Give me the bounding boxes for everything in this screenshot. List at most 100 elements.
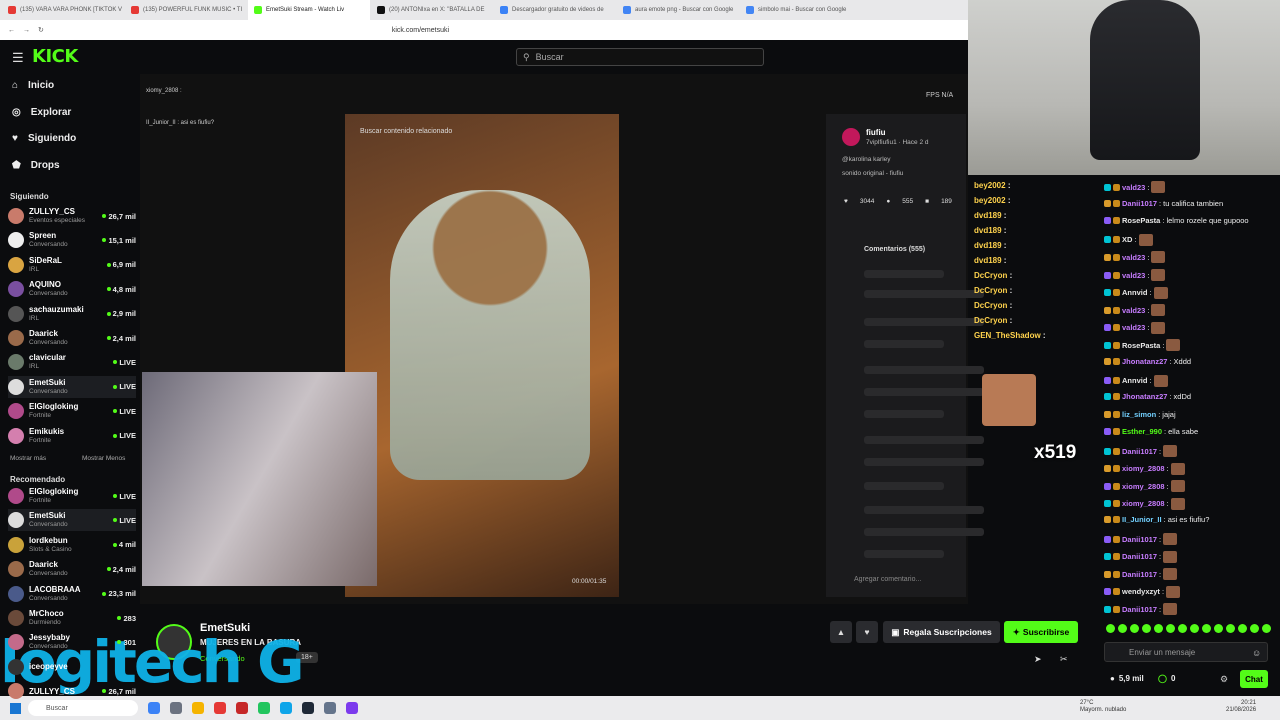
chat-username[interactable]: xiomy_2808 xyxy=(1122,499,1165,508)
chat-input[interactable]: Enviar un mensaje xyxy=(1104,642,1268,662)
taskbar-app-icon[interactable] xyxy=(302,702,314,714)
gift-subs-button[interactable]: ▣ Regala Suscripciones xyxy=(883,621,1000,643)
channel-item[interactable]: ElGlogloking Fortnite LIVE xyxy=(8,485,136,507)
channel-item[interactable]: EmetSuki Conversando LIVE xyxy=(8,375,136,398)
share-icon[interactable]: ➤ xyxy=(1034,654,1042,665)
channel-item[interactable]: LACOBRAAA Conversando 23,3 mil xyxy=(8,583,136,605)
channel-item[interactable]: Spreen Conversando 15,1 mil xyxy=(8,229,136,251)
browser-tab[interactable]: (20) ANTONIxa en X: "BATALLA DE xyxy=(371,0,493,20)
show-more-link[interactable]: Mostrar más xyxy=(10,455,46,462)
chat-username[interactable]: Annvid xyxy=(1122,376,1147,385)
back-icon[interactable]: ← xyxy=(8,27,15,34)
emote-icon[interactable] xyxy=(1178,624,1187,633)
emote-icon[interactable] xyxy=(1262,624,1271,633)
search-related[interactable]: Buscar contenido relacionado xyxy=(360,128,452,135)
taskbar-app-icon[interactable] xyxy=(280,702,292,714)
channel-item[interactable]: sachauzumaki IRL 2,9 mil xyxy=(8,303,136,325)
emote-icon[interactable] xyxy=(1154,624,1163,633)
taskbar-app-icon[interactable] xyxy=(258,702,270,714)
chat-username[interactable]: Jhonatanz27 xyxy=(1122,392,1167,401)
taskbar-search[interactable]: Buscar xyxy=(28,700,138,716)
sidebar-item-inicio[interactable]: ⌂ Inicio xyxy=(12,80,54,91)
browser-tab[interactable]: (135) VARA VARA PHONK [TIKTOK V xyxy=(2,0,124,20)
clock[interactable]: 20:21 21/08/2026 xyxy=(1226,700,1256,714)
chat-username[interactable]: Danii1017 xyxy=(1122,535,1157,544)
taskbar-app-icon[interactable] xyxy=(148,702,160,714)
emote-icon[interactable] xyxy=(1226,624,1235,633)
channel-item[interactable]: ElGlogloking Fortnite LIVE xyxy=(8,400,136,422)
channel-item[interactable]: Jessybaby Conversando 301 xyxy=(8,631,136,653)
chat-username[interactable]: Danii1017 xyxy=(1122,447,1157,456)
chat-username[interactable]: Danii1017 xyxy=(1122,199,1157,208)
url-field[interactable]: kick.com/emetsuki xyxy=(392,27,449,34)
channel-item[interactable]: Daarick Conversando 2,4 mil xyxy=(8,327,136,349)
emote-icon[interactable] xyxy=(1130,624,1139,633)
kick-logo[interactable]: KICK xyxy=(32,46,78,67)
channel-item[interactable]: Emikukis Fortnite LIVE xyxy=(8,425,136,447)
browser-tab[interactable]: Descargador gratuito de videos de xyxy=(494,0,616,20)
chat-username[interactable]: XD xyxy=(1122,235,1132,244)
channel-item[interactable]: Daarick Conversando 2,4 mil xyxy=(8,558,136,580)
channel-item[interactable]: ZULLYY_CS Eventos especiales 26,7 mil xyxy=(8,205,136,227)
chat-username[interactable]: vald23 xyxy=(1122,253,1145,262)
chat-send-button[interactable]: Chat xyxy=(1240,670,1268,688)
reload-icon[interactable]: ↻ xyxy=(38,26,44,34)
menu-icon[interactable]: ☰ xyxy=(12,50,24,66)
taskbar-app-icon[interactable] xyxy=(192,702,204,714)
chat-username[interactable]: RosePasta xyxy=(1122,216,1160,225)
channel-item[interactable]: MrChoco Durmiendo 283 xyxy=(8,607,136,629)
taskbar-app-icon[interactable] xyxy=(214,702,226,714)
emote-icon[interactable] xyxy=(1118,624,1127,633)
taskbar-app-icon[interactable] xyxy=(346,702,358,714)
chat-username[interactable]: Esther_990 xyxy=(1122,427,1162,436)
show-less-link[interactable]: Mostrar Menos xyxy=(82,455,125,462)
chat-username[interactable]: xiomy_2808 xyxy=(1122,464,1165,473)
follow-button[interactable]: ♥ xyxy=(856,621,878,643)
chat-username[interactable]: RosePasta xyxy=(1122,341,1160,350)
chat-username[interactable]: vald23 xyxy=(1122,271,1145,280)
chat-username[interactable]: Danii1017 xyxy=(1122,605,1157,614)
chat-username[interactable]: Annvid xyxy=(1122,288,1147,297)
gear-icon[interactable]: ⚙ xyxy=(1220,674,1228,685)
browser-tab[interactable]: aura emote png - Buscar con Google xyxy=(617,0,739,20)
channel-item[interactable]: clavicular IRL LIVE xyxy=(8,351,136,373)
search-input[interactable]: ⚲ Buscar xyxy=(516,48,764,66)
notification-button[interactable]: ▲ xyxy=(830,621,852,643)
weather[interactable]: 27°C Mayorm. nublado xyxy=(1080,700,1126,714)
sidebar-item-drops[interactable]: ⬟ Drops xyxy=(12,160,60,171)
taskbar-app-icon[interactable] xyxy=(236,702,248,714)
clip-icon[interactable]: ✂ xyxy=(1060,654,1068,665)
chat-username[interactable]: wendyxzyt xyxy=(1122,587,1160,596)
add-comment-field[interactable]: Agregar comentario... xyxy=(854,576,921,583)
taskbar-app-icon[interactable] xyxy=(324,702,336,714)
comment-icon[interactable]: ● xyxy=(886,198,890,205)
bookmark-icon[interactable]: ■ xyxy=(925,198,929,205)
chat-username[interactable]: vald23 xyxy=(1122,306,1145,315)
emoji-icon[interactable]: ☺ xyxy=(1252,648,1261,658)
channel-item[interactable]: iceopeyve xyxy=(8,656,136,678)
subscribe-button[interactable]: ✦ Suscribirse xyxy=(1004,621,1078,643)
channel-item[interactable]: SiDeRaL IRL 6,9 mil xyxy=(8,254,136,276)
channel-item[interactable]: ZULLYY_CS 26,7 mil xyxy=(8,680,136,702)
emote-icon[interactable] xyxy=(1106,624,1115,633)
chat-username[interactable]: Danii1017 xyxy=(1122,552,1157,561)
sidebar-item-siguiendo[interactable]: ♥ Siguiendo xyxy=(12,133,76,144)
browser-tab[interactable]: (135) POWERFUL FUNK MUSIC • TI xyxy=(125,0,247,20)
windows-start-icon[interactable] xyxy=(10,703,21,714)
emote-icon[interactable] xyxy=(1214,624,1223,633)
forward-icon[interactable]: → xyxy=(23,27,30,34)
chat-username[interactable]: xiomy_2808 xyxy=(1122,482,1165,491)
sidebar-item-explorar[interactable]: ◎ Explorar xyxy=(12,107,71,118)
channel-points[interactable]: ◯ 0 xyxy=(1158,674,1175,683)
chat-username[interactable]: Jhonatanz27 xyxy=(1122,357,1167,366)
emote-icon[interactable] xyxy=(1238,624,1247,633)
comments-title[interactable]: Comentarios (555) xyxy=(864,246,925,253)
channel-item[interactable]: EmetSuki Conversando LIVE xyxy=(8,509,136,532)
channel-item[interactable]: AQUINO Conversando 4,8 mil xyxy=(8,278,136,300)
emote-icon[interactable] xyxy=(1142,624,1151,633)
chat-username[interactable]: vald23 xyxy=(1122,323,1145,332)
emote-icon[interactable] xyxy=(1250,624,1259,633)
browser-tab[interactable]: simbolo mai - Buscar con Google xyxy=(740,0,862,20)
emote-icon[interactable] xyxy=(1190,624,1199,633)
emote-icon[interactable] xyxy=(1166,624,1175,633)
